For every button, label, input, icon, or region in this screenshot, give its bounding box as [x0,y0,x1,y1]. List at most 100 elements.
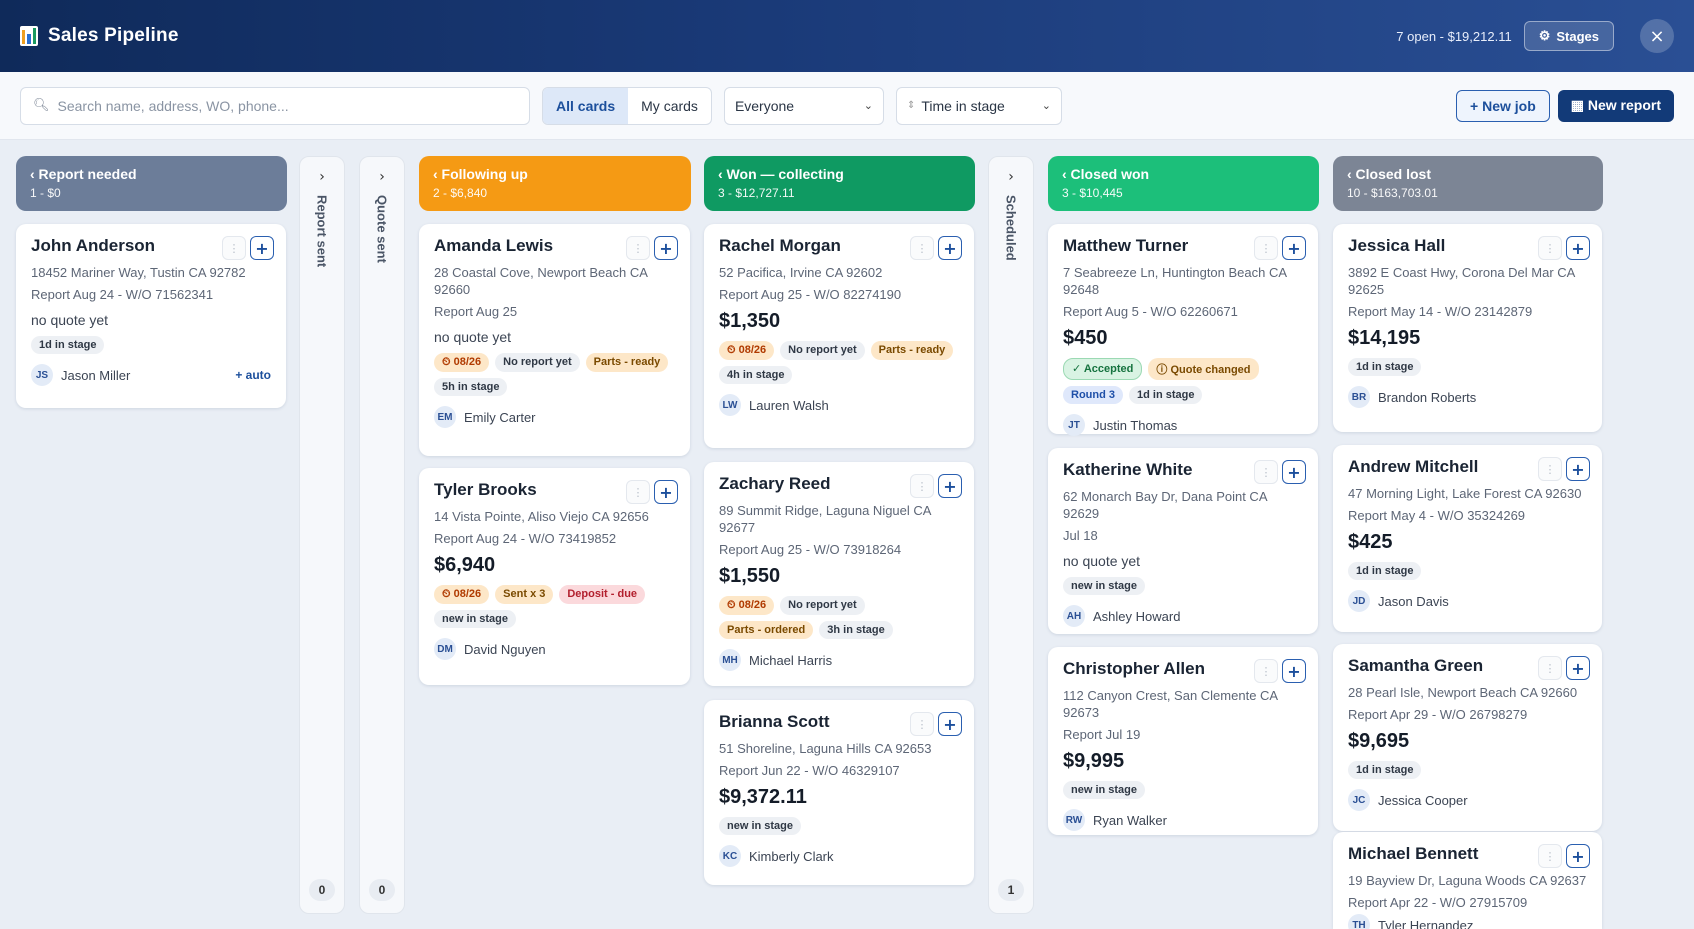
kebab-menu-icon[interactable]: ⋮ [1538,656,1562,680]
column-header[interactable]: ‹ Report needed 1 - $0 [16,156,287,211]
due-date-badge: ⏲ 08/26 [719,596,775,615]
column-scheduled[interactable]: › Scheduled 1 [988,156,1034,914]
status-badge: 1d in stage [1348,761,1422,779]
stages-button[interactable]: ⚙ Stages [1523,21,1614,51]
job-card[interactable]: Rachel Morgan ⋮ + 52 Pacifica, Irvine CA … [704,224,974,448]
plus-icon: + [1470,97,1483,114]
add-icon[interactable]: + [938,236,962,260]
kebab-menu-icon[interactable]: ⋮ [1254,460,1278,484]
column-quote-sent[interactable]: › Quote sent 0 [359,156,405,914]
kebab-menu-icon[interactable]: ⋮ [910,474,934,498]
avatar: JC [1348,789,1370,811]
job-price: $14,195 [1348,327,1421,349]
job-card[interactable]: Katherine White ⋮ + 62 Monarch Bay Dr, Da… [1048,448,1318,634]
add-icon[interactable]: + [1566,236,1590,260]
job-card[interactable]: Zachary Reed ⋮ + 89 Summit Ridge, Laguna … [704,462,974,686]
kebab-menu-icon[interactable]: ⋮ [910,236,934,260]
due-date-badge: ⏲ 08/26 [434,353,490,372]
add-icon[interactable]: + [1566,457,1590,481]
add-icon[interactable]: + [250,236,274,260]
kebab-menu-icon[interactable]: ⋮ [1254,659,1278,683]
avatar: JS [31,364,53,386]
avatar: JT [1063,414,1085,436]
kebab-menu-icon[interactable]: ⋮ [1538,844,1562,868]
chevron-down-icon: ⌄ [863,99,873,112]
column-header[interactable]: ‹ Closed lost 10 - $163,703.01 [1333,156,1603,211]
job-card[interactable]: Andrew Mitchell ⋮ + 47 Morning Light, Lak… [1333,445,1602,632]
pipeline-board: ‹ Report needed 1 - $0 John Anderson ⋮ + … [0,140,1694,929]
search-box: 🔍︎ [20,86,530,125]
job-card[interactable]: Michael Bennett ⋮ + 19 Bayview Dr, Laguna… [1333,832,1602,929]
sort-icon: ⇕ [906,100,916,111]
job-card[interactable]: Jessica Hall ⋮ + 3892 E Coast Hwy, Corona… [1333,224,1602,432]
chevron-right-icon: › [379,169,385,185]
kebab-menu-icon[interactable]: ⋮ [1254,236,1278,260]
column-header[interactable]: ‹ Following up 2 - $6,840 [419,156,691,211]
kebab-menu-icon[interactable]: ⋮ [626,480,650,504]
job-price: $9,995 [1063,750,1125,772]
add-icon[interactable]: + [1282,236,1306,260]
add-icon[interactable]: + [938,712,962,736]
job-card[interactable]: John Anderson ⋮ + 18452 Mariner Way, Tust… [16,224,286,408]
avatar: RW [1063,809,1085,831]
add-icon[interactable]: + [1566,656,1590,680]
accepted-badge: ✓ Accepted [1063,358,1143,380]
my-cards-tab[interactable]: My cards [628,88,711,124]
job-price: $425 [1348,531,1393,553]
column-report-sent[interactable]: › Report sent 0 [299,156,345,914]
chevron-down-icon: ⌄ [1041,99,1051,112]
kebab-menu-icon[interactable]: ⋮ [910,712,934,736]
card-scope-toggle: All cards My cards [542,86,712,125]
job-card[interactable]: Christopher Allen ⋮ + 112 Canyon Crest, S… [1048,647,1318,835]
status-badge: 1d in stage [1348,562,1422,580]
new-job-button[interactable]: + New job [1456,89,1550,122]
open-summary: 7 open - $19,212.11 [1396,28,1512,44]
job-card[interactable]: Tyler Brooks ⋮ + 14 Vista Pointe, Aliso V… [419,468,690,685]
report-icon: ▦ [1570,97,1588,113]
job-card[interactable]: Brianna Scott ⋮ + 51 Shoreline, Laguna Hi… [704,700,974,885]
new-report-button[interactable]: ▦ New report [1557,89,1674,122]
job-card[interactable]: Matthew Turner ⋮ + 7 Seabreeze Ln, Huntin… [1048,224,1318,436]
avatar: DM [434,638,456,660]
add-icon[interactable]: + [654,480,678,504]
status-badge: Parts - ordered [719,621,814,639]
job-card[interactable]: Amanda Lewis ⋮ + 28 Coastal Cove, Newport… [419,224,690,456]
all-cards-tab[interactable]: All cards [543,87,629,124]
column-header[interactable]: ‹ Closed won 3 - $10,445 [1048,156,1319,211]
clock-icon: ⏲ [727,344,739,356]
chart-logo-icon [20,26,38,46]
avatar: BR [1348,386,1370,408]
page-title: Sales Pipeline [48,25,179,46]
status-badge: 1d in stage [31,336,105,354]
add-icon[interactable]: + [654,236,678,260]
column-count: 1 [998,879,1024,901]
due-date-badge: ⏲ 08/26 [719,341,775,360]
gear-icon: ⚙ [1538,28,1551,43]
status-badge: 3h in stage [819,621,893,639]
kebab-menu-icon[interactable]: ⋮ [1538,457,1562,481]
auto-assign-link[interactable]: + auto [235,368,271,382]
status-badge: 4h in stage [719,366,793,384]
job-card[interactable]: Samantha Green ⋮ + 28 Pearl Isle, Newport… [1333,644,1602,831]
kebab-menu-icon[interactable]: ⋮ [222,236,246,260]
job-price: $9,372.11 [719,786,807,808]
kebab-menu-icon[interactable]: ⋮ [626,236,650,260]
avatar: EM [434,406,456,428]
search-input[interactable] [57,97,517,114]
job-price: $1,550 [719,565,781,587]
column-closed-won: ‹ Closed won 3 - $10,445 [1048,156,1319,211]
add-icon[interactable]: + [1282,659,1306,683]
add-icon[interactable]: + [938,474,962,498]
status-badge: No report yet [495,353,580,372]
column-report-needed: ‹ Report needed 1 - $0 [16,156,287,211]
status-badge: new in stage [719,817,802,835]
avatar: LW [719,394,741,416]
column-header[interactable]: ‹ Won — collecting 3 - $12,727.11 [704,156,975,211]
close-button[interactable]: × [1640,19,1674,53]
assignee-select[interactable]: Everyone ⌄ [723,86,884,125]
sort-select[interactable]: ⇕ Time in stage ⌄ [895,86,1062,125]
kebab-menu-icon[interactable]: ⋮ [1538,236,1562,260]
add-icon[interactable]: + [1566,844,1590,868]
status-badge: Sent x 3 [495,585,554,604]
add-icon[interactable]: + [1282,460,1306,484]
